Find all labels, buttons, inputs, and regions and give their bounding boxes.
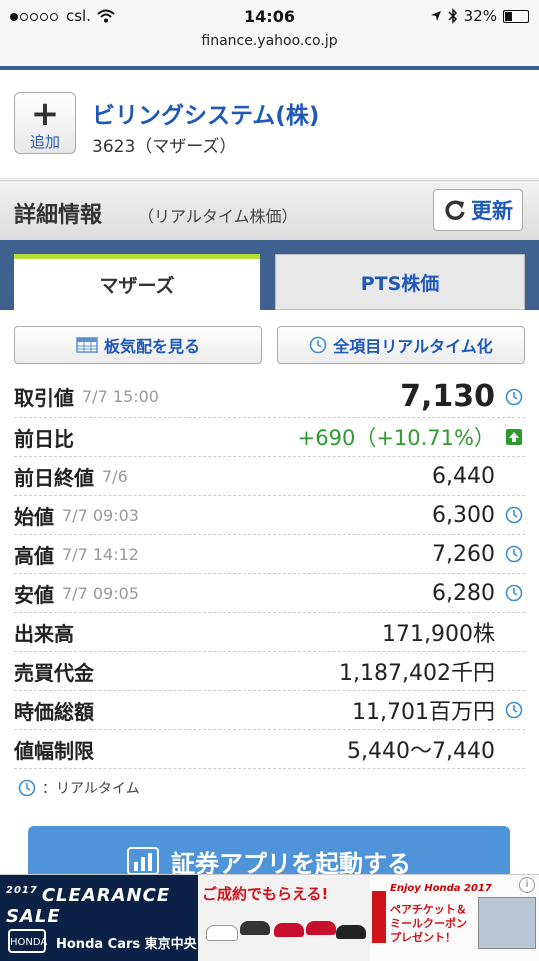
realtime-clock-icon — [505, 545, 523, 563]
realtime-clock-icon — [505, 701, 523, 719]
car-image — [240, 921, 270, 935]
row-label: 始値 — [14, 504, 54, 529]
row-value: 11,701百万円 — [352, 700, 495, 725]
stock-header: + 追加 ビリングシステム(株) 3623（マザーズ） — [0, 70, 539, 179]
battery-percent: 32% — [463, 7, 497, 25]
row-open: 始値 7/7 09:03 6,300 — [14, 496, 525, 535]
row-label: 時価総額 — [14, 699, 94, 724]
ad-enjoy-title: Enjoy Honda 2017 — [390, 883, 492, 894]
car-image — [274, 923, 304, 937]
table-icon — [76, 337, 98, 353]
car-image — [206, 925, 238, 941]
stock-code: 3623（マザーズ） — [92, 137, 237, 157]
clock-icon — [309, 336, 327, 354]
row-label: 高値 — [14, 543, 54, 568]
tab-pts[interactable]: PTS株価 — [275, 254, 525, 310]
up-arrow-icon — [506, 429, 522, 445]
row-value: +690（+10.71%） — [297, 426, 495, 450]
action-buttons: 板気配を見る 全項目リアルタイム化 — [0, 310, 539, 378]
ad-year: 2017 — [6, 885, 38, 896]
row-volume: 出来高 171,900株 — [14, 613, 525, 652]
row-label: 値幅制限 — [14, 738, 94, 763]
realtime-all-label: 全項目リアルタイム化 — [333, 337, 493, 356]
row-label: 売買代金 — [14, 660, 94, 685]
row-value: 6,440 — [432, 463, 495, 489]
realtime-clock-icon — [505, 584, 523, 602]
location-arrow-icon — [430, 11, 441, 21]
status-bar: csl. 14:06 32% — [0, 0, 539, 32]
ad-info-icon[interactable]: i — [519, 877, 535, 893]
row-date: 7/7 15:00 — [82, 387, 159, 406]
realtime-clock-icon — [18, 779, 36, 797]
realtime-legend: ：リアルタイム — [18, 778, 140, 798]
row-value: 171,900株 — [382, 622, 495, 647]
quote-table: 取引値 7/7 15:00 7,130 前日比 +690（+10.71%） 前日… — [14, 376, 525, 769]
ad-enjoy-panel[interactable]: Enjoy Honda 2017 ペアチケット＆ミールクーポンプレゼント！ — [370, 875, 539, 961]
row-date: 7/6 — [102, 466, 128, 486]
ad-enjoy-text: ペアチケット＆ミールクーポンプレゼント！ — [390, 903, 467, 944]
row-date: 7/7 09:05 — [62, 583, 139, 603]
plus-icon: + — [30, 94, 60, 134]
car-image — [306, 921, 336, 935]
row-change: 前日比 +690（+10.71%） — [14, 418, 525, 457]
honda-logo: HONDA — [8, 929, 47, 953]
market-tabs: マザーズ PTS株価 — [0, 240, 539, 310]
row-value: 6,300 — [432, 502, 495, 528]
section-title: 詳細情報 — [14, 203, 103, 228]
car-image — [336, 925, 366, 939]
ad-thumbnail — [478, 897, 536, 949]
tab-mothers[interactable]: マザーズ — [14, 254, 260, 310]
refresh-button[interactable]: 更新 — [433, 189, 523, 231]
row-label: 取引値 — [14, 386, 74, 410]
row-prev-close: 前日終値 7/6 6,440 — [14, 457, 525, 496]
realtime-clock-icon — [505, 506, 523, 524]
row-turnover: 売買代金 1,187,402千円 — [14, 652, 525, 691]
chart-icon — [127, 847, 159, 875]
row-date: 7/7 14:12 — [62, 544, 139, 564]
detail-section-header: 詳細情報 （リアルタイム株価） 更新 — [0, 180, 539, 242]
battery-icon — [503, 9, 529, 23]
section-subtitle: （リアルタイム株価） — [138, 207, 298, 226]
row-label: 出来高 — [14, 621, 74, 646]
refresh-label: 更新 — [471, 199, 513, 223]
ad-brand: Honda Cars 東京中央 — [56, 937, 197, 952]
row-value: 1,187,402千円 — [339, 661, 495, 686]
realtime-all-button[interactable]: 全項目リアルタイム化 — [277, 326, 525, 364]
refresh-icon — [445, 200, 465, 220]
ad-red-bar — [372, 891, 386, 943]
row-value: 7,260 — [432, 541, 495, 567]
realtime-clock-icon — [505, 388, 523, 405]
add-button[interactable]: + 追加 — [14, 92, 76, 154]
company-name[interactable]: ビリングシステム(株) — [92, 96, 319, 130]
ad-clearance-title: 2017 CLEARANCE SALE — [6, 885, 198, 927]
row-trade-price: 取引値 7/7 15:00 7,130 — [14, 376, 525, 418]
row-market-cap: 時価総額 11,701百万円 — [14, 691, 525, 730]
row-low: 安値 7/7 09:05 6,280 — [14, 574, 525, 613]
status-right: 32% — [430, 7, 529, 25]
ad-cars-panel[interactable]: ご成約でもらえる! — [198, 875, 370, 961]
legend-text: ：リアルタイム — [42, 781, 140, 797]
row-label: 前日終値 — [14, 465, 94, 490]
row-label: 前日比 — [14, 426, 74, 451]
board-button[interactable]: 板気配を見る — [14, 326, 262, 364]
row-date: 7/7 09:03 — [62, 505, 139, 525]
row-value: 5,440〜7,440 — [347, 739, 495, 764]
url-text: finance.yahoo.co.jp — [201, 33, 338, 49]
row-price-limit: 値幅制限 5,440〜7,440 — [14, 730, 525, 769]
row-high: 高値 7/7 14:12 7,260 — [14, 535, 525, 574]
url-bar[interactable]: finance.yahoo.co.jp — [0, 32, 539, 66]
add-button-label: 追加 — [29, 133, 60, 151]
row-label: 安値 — [14, 582, 54, 607]
ad-banner[interactable]: 2017 CLEARANCE SALE HONDA Honda Cars 東京中央… — [0, 874, 539, 961]
ad-clearance-panel[interactable]: 2017 CLEARANCE SALE HONDA Honda Cars 東京中央 — [0, 875, 198, 961]
bluetooth-icon — [448, 8, 457, 24]
row-value: 7,130 — [400, 379, 495, 414]
ad-offer-text: ご成約でもらえる! — [202, 885, 329, 903]
row-value: 6,280 — [432, 580, 495, 606]
board-button-label: 板気配を見る — [103, 337, 200, 356]
